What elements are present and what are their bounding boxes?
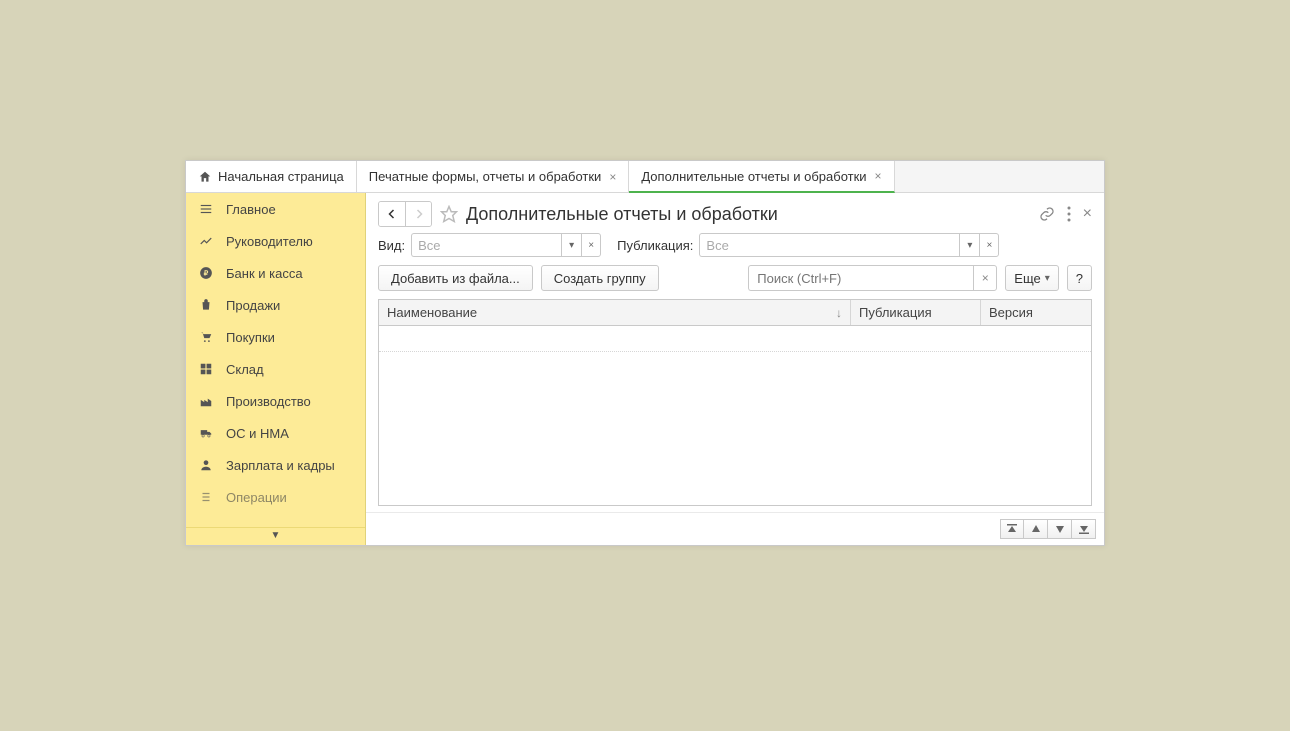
- sidebar-item-manager[interactable]: Руководителю: [186, 225, 365, 257]
- tab-additional-reports[interactable]: Дополнительные отчеты и обработки ×: [629, 161, 894, 193]
- person-icon: [198, 457, 214, 473]
- scroll-bottom-button[interactable]: [1072, 519, 1096, 539]
- col-ver-header[interactable]: Версия: [981, 300, 1091, 325]
- vid-label: Вид:: [378, 238, 405, 253]
- vid-dropdown-button[interactable]: ▾: [561, 233, 581, 257]
- app-window: Начальная страница Печатные формы, отчет…: [185, 160, 1105, 546]
- nav-back-button[interactable]: [379, 202, 405, 226]
- help-button[interactable]: ?: [1067, 265, 1092, 291]
- sidebar-item-main[interactable]: Главное: [186, 193, 365, 225]
- sidebar-item-purchases[interactable]: Покупки: [186, 321, 365, 353]
- search-wrap: ×: [748, 265, 997, 291]
- ruble-icon: ₽: [198, 265, 214, 281]
- tab-home[interactable]: Начальная страница: [186, 161, 357, 192]
- table-row[interactable]: [379, 326, 1091, 352]
- sidebar-item-label: ОС и НМА: [226, 426, 289, 441]
- search-input[interactable]: [748, 265, 973, 291]
- sort-asc-icon: ↓: [836, 306, 842, 320]
- filter-row: Вид: ▾ × Публикация: ▾ ×: [378, 233, 1092, 257]
- close-icon[interactable]: ×: [873, 169, 882, 183]
- tab-home-label: Начальная страница: [218, 169, 344, 184]
- menu-icon: [198, 201, 214, 217]
- table-header: Наименование ↓ Публикация Версия: [379, 300, 1091, 326]
- titlebar: Дополнительные отчеты и обработки ×: [378, 201, 1092, 227]
- sidebar-item-label: Производство: [226, 394, 311, 409]
- add-from-file-button[interactable]: Добавить из файла...: [378, 265, 533, 291]
- reports-table: Наименование ↓ Публикация Версия: [378, 299, 1092, 506]
- sidebar-item-production[interactable]: Производство: [186, 385, 365, 417]
- tab-additional-reports-label: Дополнительные отчеты и обработки: [641, 169, 866, 184]
- create-group-button[interactable]: Создать группу: [541, 265, 659, 291]
- more-icon[interactable]: [1067, 206, 1071, 222]
- main-panel: Дополнительные отчеты и обработки × Вид:: [366, 193, 1104, 545]
- sidebar-item-hr[interactable]: Зарплата и кадры: [186, 449, 365, 481]
- sidebar-item-bank[interactable]: ₽ Банк и касса: [186, 257, 365, 289]
- scroll-up-button[interactable]: [1024, 519, 1048, 539]
- col-pub-header[interactable]: Публикация: [851, 300, 981, 325]
- truck-icon: [198, 425, 214, 441]
- app-body: Главное Руководителю ₽ Банк и касса: [186, 193, 1104, 545]
- close-icon[interactable]: ×: [607, 170, 616, 184]
- home-icon: [198, 170, 212, 184]
- sidebar-item-assets[interactable]: ОС и НМА: [186, 417, 365, 449]
- pub-label: Публикация:: [617, 238, 693, 253]
- col-name-header[interactable]: Наименование ↓: [379, 300, 851, 325]
- vid-clear-button[interactable]: ×: [581, 233, 601, 257]
- search-clear-button[interactable]: ×: [973, 265, 997, 291]
- pub-dropdown-button[interactable]: ▾: [959, 233, 979, 257]
- col-ver-label: Версия: [989, 305, 1033, 320]
- sidebar-item-sales[interactable]: Продажи: [186, 289, 365, 321]
- sidebar-item-label: Зарплата и кадры: [226, 458, 335, 473]
- col-pub-label: Публикация: [859, 305, 932, 320]
- sidebar-item-label: Главное: [226, 202, 276, 217]
- sidebar-item-label: Склад: [226, 362, 264, 377]
- tab-print-forms[interactable]: Печатные формы, отчеты и обработки ×: [357, 161, 630, 192]
- sidebar-item-label: Руководителю: [226, 234, 313, 249]
- cart-icon: [198, 329, 214, 345]
- sidebar-item-label: Операции: [226, 490, 287, 505]
- toolbar: Добавить из файла... Создать группу × Ещ…: [378, 265, 1092, 291]
- sidebar-item-label: Покупки: [226, 330, 275, 345]
- favorite-star-icon[interactable]: [440, 205, 458, 223]
- factory-icon: [198, 393, 214, 409]
- sidebar-item-label: Банк и касса: [226, 266, 303, 281]
- boxes-icon: [198, 361, 214, 377]
- nav-forward-button[interactable]: [405, 202, 431, 226]
- sidebar-item-warehouse[interactable]: Склад: [186, 353, 365, 385]
- pub-combo: ▾ ×: [699, 233, 999, 257]
- col-name-label: Наименование: [387, 305, 477, 320]
- operations-icon: [198, 489, 214, 505]
- svg-text:₽: ₽: [204, 269, 209, 277]
- footer-nav: [366, 512, 1104, 545]
- nav-button-group: [378, 201, 432, 227]
- scroll-top-button[interactable]: [1000, 519, 1024, 539]
- sidebar-item-label: Продажи: [226, 298, 280, 313]
- sidebar-scroll[interactable]: Главное Руководителю ₽ Банк и касса: [186, 193, 365, 527]
- page-title: Дополнительные отчеты и обработки: [466, 204, 1031, 225]
- vid-input[interactable]: [411, 233, 561, 257]
- close-panel-icon[interactable]: ×: [1083, 205, 1092, 223]
- pub-clear-button[interactable]: ×: [979, 233, 999, 257]
- chart-line-icon: [198, 233, 214, 249]
- bag-icon: [198, 297, 214, 313]
- more-button[interactable]: Еще: [1005, 265, 1058, 291]
- sidebar: Главное Руководителю ₽ Банк и касса: [186, 193, 366, 545]
- pub-input[interactable]: [699, 233, 959, 257]
- sidebar-collapse-button[interactable]: ▼: [186, 527, 365, 545]
- tab-print-forms-label: Печатные формы, отчеты и обработки: [369, 169, 602, 184]
- link-icon[interactable]: [1039, 206, 1055, 222]
- scroll-down-button[interactable]: [1048, 519, 1072, 539]
- tabbar: Начальная страница Печатные формы, отчет…: [186, 161, 1104, 193]
- title-actions: ×: [1039, 205, 1092, 223]
- sidebar-item-operations[interactable]: Операции: [186, 481, 365, 513]
- vid-combo: ▾ ×: [411, 233, 601, 257]
